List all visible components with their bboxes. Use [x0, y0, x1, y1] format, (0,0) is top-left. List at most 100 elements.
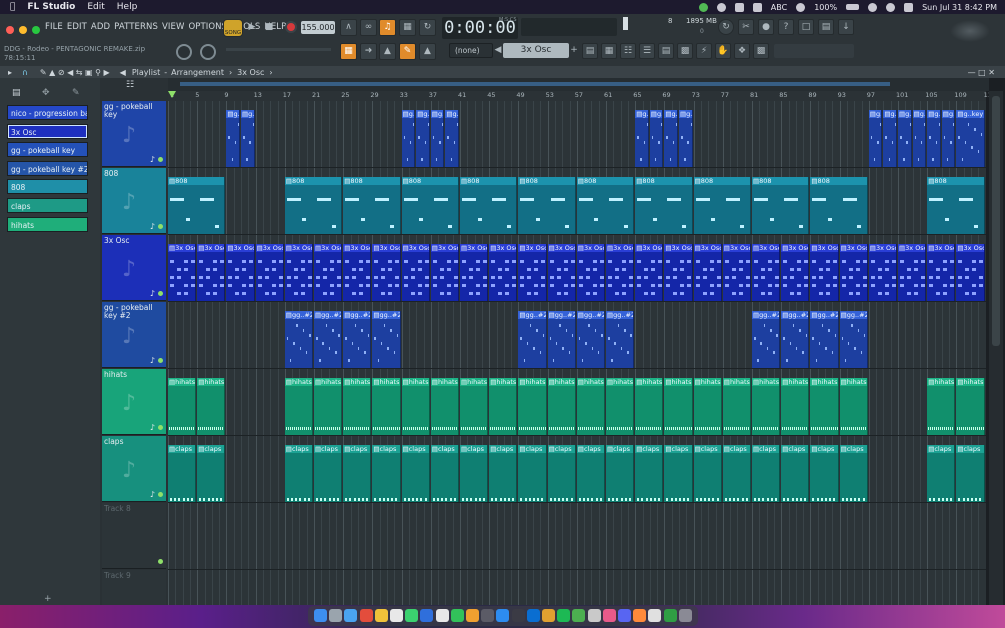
dock-app-icon[interactable] — [542, 609, 555, 622]
playlist-clip[interactable]: ▤3x Osc — [372, 244, 401, 301]
loop-record-icon[interactable]: ↻ — [419, 19, 436, 36]
playlist-clip[interactable]: ▤claps — [547, 445, 576, 502]
playlist-clip[interactable]: ▤808 — [460, 177, 518, 234]
minimize-window-icon[interactable] — [19, 26, 27, 34]
browser-icon[interactable]: ▤ — [658, 43, 674, 59]
metronome-icon[interactable]: ∧ — [340, 19, 357, 36]
playlist-clip[interactable]: ▤3x Osc — [197, 244, 226, 301]
playlist-clip[interactable]: ▤3x Osc — [460, 244, 489, 301]
channel-selector[interactable]: 3x Osc — [503, 43, 569, 58]
dock-app-icon[interactable] — [466, 609, 479, 622]
arrow-icon[interactable]: ➜ — [360, 43, 377, 60]
dock-app-icon[interactable] — [648, 609, 662, 622]
keyboard-input-icon[interactable] — [752, 2, 762, 12]
playlist-clip[interactable]: ▤hihats — [781, 378, 810, 435]
playlist-clip[interactable]: ▤claps — [197, 445, 226, 502]
countdown-icon[interactable]: ♫ — [379, 19, 396, 36]
playlist-clip[interactable]: ▤g..key — [664, 110, 678, 167]
playlist-clip[interactable]: ▤3x Osc — [343, 244, 372, 301]
playlist-clip[interactable]: ▤claps — [927, 445, 956, 502]
playlist-clip[interactable]: ▤claps — [752, 445, 781, 502]
playlist-clip[interactable]: ▤3x Osc — [168, 244, 197, 301]
playlist-clip[interactable]: ▤gg..#2 — [576, 311, 605, 368]
playlist-clip[interactable]: ▤3x Osc — [576, 244, 605, 301]
playlist-clip[interactable]: ▤claps — [606, 445, 635, 502]
dock-app-icon[interactable] — [450, 609, 464, 622]
dock-app-icon[interactable] — [496, 609, 510, 622]
datetime[interactable]: Sun Jul 31 8:42 PM — [922, 3, 997, 12]
playlist-clip[interactable]: ▤g..key — [941, 110, 956, 167]
track-header[interactable]: claps ♪ ♪ — [102, 436, 166, 502]
playlist-clip[interactable]: ▤3x Osc — [518, 244, 547, 301]
playlist-clip[interactable]: ▤3x Osc — [781, 244, 810, 301]
playlist-clip[interactable]: ▤gg..#2 — [372, 311, 401, 368]
playlist-clip[interactable]: ▤3x Osc — [664, 244, 693, 301]
playlist-clip[interactable]: ▤3x Osc — [722, 244, 751, 301]
track-header[interactable]: 808 ♪ ♪ — [102, 168, 166, 234]
track-enable-led[interactable] — [158, 291, 163, 296]
dock-app-icon[interactable] — [314, 609, 327, 622]
playlist-clip[interactable]: ▤claps — [343, 445, 372, 502]
dock-app-icon[interactable] — [633, 609, 647, 622]
timeline-ruler[interactable]: 1 5 9 13 17 21 25 29 33 37 41 45 49 53 57 61 65 69 73 77 81 8… — [168, 91, 996, 101]
playlist-clip[interactable]: ▤gg..#2 — [752, 311, 781, 368]
pattern-selector[interactable]: (none) — [449, 43, 493, 58]
track-header[interactable]: gg - pokeball key #2 ♪ ♪ — [102, 302, 166, 368]
playlist-clip[interactable]: ▤hihats — [460, 378, 489, 435]
display-icon[interactable] — [734, 2, 744, 12]
render-icon[interactable]: ▤ — [818, 19, 834, 35]
wifi-icon[interactable] — [868, 2, 878, 12]
playlist-clip[interactable]: ▤g..key — [226, 110, 240, 167]
master-pitch-knob[interactable] — [200, 44, 216, 60]
playlist-arrow-icon[interactable]: ▸ — [8, 68, 12, 77]
pattern-song-toggle[interactable]: SONG — [223, 19, 243, 37]
playlist-clip[interactable]: ▤3x Osc — [752, 244, 781, 301]
menu-app-name[interactable]: FL Studio — [27, 2, 75, 12]
track-enable-led[interactable] — [158, 157, 163, 162]
playlist-clip[interactable]: ▤claps — [956, 445, 985, 502]
playlist-view-icon[interactable]: ▤ — [582, 43, 598, 59]
playlist-clip[interactable]: ▤hihats — [518, 378, 547, 435]
playlist-clip[interactable]: ▤claps — [781, 445, 810, 502]
step-edit-icon[interactable]: ▦ — [399, 19, 416, 36]
spotlight-icon[interactable] — [886, 2, 896, 12]
playlist-clip[interactable]: ▤hihats — [693, 378, 722, 435]
breadcrumb-arrangement[interactable]: Arrangement — [171, 68, 224, 77]
dock-app-icon[interactable] — [359, 609, 373, 622]
next-channel-icon[interactable]: + — [570, 43, 578, 58]
playlist-clip[interactable]: ▤gg..#2 — [839, 311, 868, 368]
fl-menu-add[interactable]: ADD — [91, 22, 110, 32]
playlist-clip[interactable]: ▤gg..#2 — [606, 311, 635, 368]
record-status-icon[interactable] — [716, 2, 726, 12]
playlist-clip[interactable]: ▤3x Osc — [226, 244, 255, 301]
plugin-db-icon[interactable]: ▩ — [677, 43, 693, 59]
playlist-clip[interactable]: ▤claps — [518, 445, 547, 502]
playlist-clip[interactable]: ▤g..key — [868, 110, 883, 167]
tag-icon[interactable]: ❖ — [734, 43, 750, 59]
track-enable-led[interactable] — [158, 492, 163, 497]
track-enable-led[interactable] — [158, 224, 163, 229]
track-enable-led[interactable] — [158, 425, 163, 430]
pattern-item[interactable]: claps — [7, 198, 88, 213]
playlist-clip[interactable]: ▤hihats — [927, 378, 956, 435]
channel-rack-icon[interactable]: ☷ — [620, 43, 636, 59]
pattern-item[interactable]: gg - pokeball key #2 — [7, 161, 88, 176]
playlist-clip[interactable]: ▤g..key — [956, 110, 985, 167]
playlist-clip[interactable]: ▤claps — [314, 445, 343, 502]
record-icon[interactable] — [285, 21, 297, 33]
playlist-clip[interactable]: ▤hihats — [343, 378, 372, 435]
snap-icon[interactable]: ▦ — [340, 43, 357, 60]
dock-app-icon[interactable] — [420, 609, 434, 622]
master-slider[interactable] — [226, 48, 331, 51]
playlist-clip[interactable]: ▤claps — [693, 445, 722, 502]
playlist-clip[interactable]: ▤claps — [635, 445, 664, 502]
playlist-clip[interactable]: ▤claps — [839, 445, 868, 502]
playlist-clip[interactable]: ▤gg..#2 — [781, 311, 810, 368]
track-header[interactable]: hihats ♪ ♪ — [102, 369, 166, 435]
playlist-clip[interactable]: ▤808 — [927, 177, 985, 234]
download-icon[interactable]: ↓ — [838, 19, 854, 35]
overview-bar[interactable] — [168, 78, 989, 91]
fl-menu-view[interactable]: VIEW — [162, 22, 185, 32]
playlist-clip[interactable]: ▤gg..#2 — [314, 311, 343, 368]
playlist-clip[interactable]: ▤3x Osc — [956, 244, 985, 301]
